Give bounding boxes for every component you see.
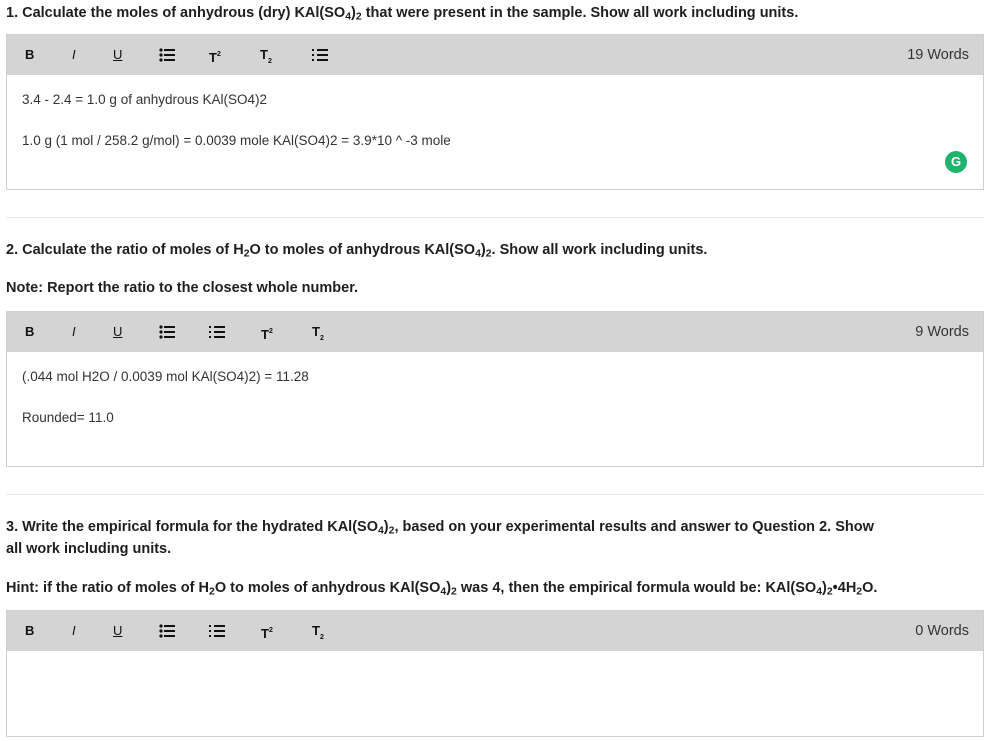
word-count: 19 Words	[907, 47, 969, 63]
numbered-list-icon	[209, 625, 225, 637]
question-2-text: 2. Calculate the ratio of moles of H2O t…	[6, 239, 707, 261]
editor-content[interactable]: (.044 mol H2O / 0.0039 mol KAl(SO4)2) = …	[7, 352, 983, 466]
question-3-hint: Hint: if the ratio of moles of H2O to mo…	[6, 577, 877, 599]
q2-text-part: 2. Calculate the ratio of moles of H	[6, 242, 244, 258]
q1-text-part: that were present in the sample. Show al…	[361, 5, 799, 21]
answer-line: 3.4 - 2.4 = 1.0 g of anhydrous KAl(SO4)2	[22, 92, 268, 107]
editor-content[interactable]	[7, 651, 983, 736]
bold-button[interactable]: B	[25, 312, 34, 352]
answer-line: (.044 mol H2O / 0.0039 mol KAl(SO4)2) = …	[22, 369, 309, 384]
superscript-label: T	[209, 50, 217, 65]
italic-button[interactable]: I	[72, 35, 76, 75]
bold-button[interactable]: B	[25, 611, 34, 651]
q1-text-part: 1. Calculate the moles of anhydrous (dry…	[6, 5, 346, 21]
bulleted-list-icon	[159, 325, 175, 339]
underline-button[interactable]: U	[113, 35, 122, 75]
answer-editor-1[interactable]: B I U T2 T2 19 Words 3.4 - 2.4 = 1.0 g o…	[6, 34, 984, 190]
italic-button[interactable]: I	[72, 312, 76, 352]
q3-text-part: 3. Write the empirical formula for the h…	[6, 519, 378, 535]
question-2-note: Note: Report the ratio to the closest wh…	[6, 280, 359, 296]
superscript-mark: 2	[268, 328, 273, 335]
editor-toolbar: B I U T2 T2 19 Words	[7, 35, 983, 75]
subscript-mark: 2	[319, 634, 324, 641]
numbered-list-icon	[312, 49, 328, 61]
italic-button[interactable]: I	[72, 611, 76, 651]
subscript-label: T	[260, 47, 268, 62]
superscript-button[interactable]: T2	[261, 312, 273, 352]
bulleted-list-button[interactable]	[159, 312, 177, 352]
q3-text-part: , based on your experimental results and…	[394, 519, 874, 535]
grammarly-icon[interactable]: G	[945, 151, 967, 173]
q2-text-part: . Show all work including units.	[491, 242, 708, 258]
question-3-text: 3. Write the empirical formula for the h…	[6, 516, 874, 560]
superscript-mark: 2	[216, 51, 221, 58]
editor-toolbar: B I U T2 T2 0 Words	[7, 611, 983, 651]
bulleted-list-button[interactable]	[159, 35, 177, 75]
hint-text-part: Hint: if the ratio of moles of H	[6, 580, 209, 596]
answer-line: 1.0 g (1 mol / 258.2 g/mol) = 0.0039 mol…	[22, 133, 451, 148]
answer-editor-3[interactable]: B I U T2 T2 0 Words	[6, 610, 984, 737]
q3-text-part: all work including units.	[6, 541, 172, 557]
superscript-button[interactable]: T2	[209, 35, 221, 75]
editor-content[interactable]: 3.4 - 2.4 = 1.0 g of anhydrous KAl(SO4)2…	[7, 75, 983, 189]
numbered-list-button[interactable]	[312, 35, 330, 75]
bold-button[interactable]: B	[25, 35, 34, 75]
bulleted-list-icon	[159, 48, 175, 62]
word-count: 9 Words	[915, 324, 969, 340]
hint-text-part: •4H	[832, 580, 857, 596]
superscript-button[interactable]: T2	[261, 611, 273, 651]
subscript-button[interactable]: T2	[312, 312, 324, 352]
editor-toolbar: B I U T2 T2 9 Words	[7, 312, 983, 352]
hint-text-part: O to moles of anhydrous KAl(SO	[214, 580, 441, 596]
numbered-list-button[interactable]	[209, 312, 227, 352]
superscript-label: T	[261, 626, 269, 641]
numbered-list-button[interactable]	[209, 611, 227, 651]
subscript-label: T	[312, 623, 320, 638]
word-count: 0 Words	[915, 623, 969, 639]
bulleted-list-button[interactable]	[159, 611, 177, 651]
subscript-label: T	[312, 324, 320, 339]
answer-editor-2[interactable]: B I U T2 T2 9 Words (.044 mol H2O / 0.00…	[6, 311, 984, 467]
q2-text-part: O to moles of anhydrous KAl(SO	[249, 242, 476, 258]
hint-text-part: was 4, then the empirical formula would …	[456, 580, 817, 596]
section-divider	[6, 217, 984, 218]
underline-button[interactable]: U	[113, 312, 122, 352]
subscript-mark: 2	[319, 335, 324, 342]
hint-text-part: O.	[862, 580, 878, 596]
bulleted-list-icon	[159, 624, 175, 638]
question-1-text: 1. Calculate the moles of anhydrous (dry…	[6, 2, 798, 24]
numbered-list-icon	[209, 326, 225, 338]
superscript-label: T	[261, 327, 269, 342]
subscript-button[interactable]: T2	[260, 35, 272, 75]
subscript-mark: 2	[267, 58, 272, 65]
answer-line: Rounded= 11.0	[22, 410, 114, 425]
subscript-button[interactable]: T2	[312, 611, 324, 651]
superscript-mark: 2	[268, 627, 273, 634]
section-divider	[6, 494, 984, 495]
underline-button[interactable]: U	[113, 611, 122, 651]
